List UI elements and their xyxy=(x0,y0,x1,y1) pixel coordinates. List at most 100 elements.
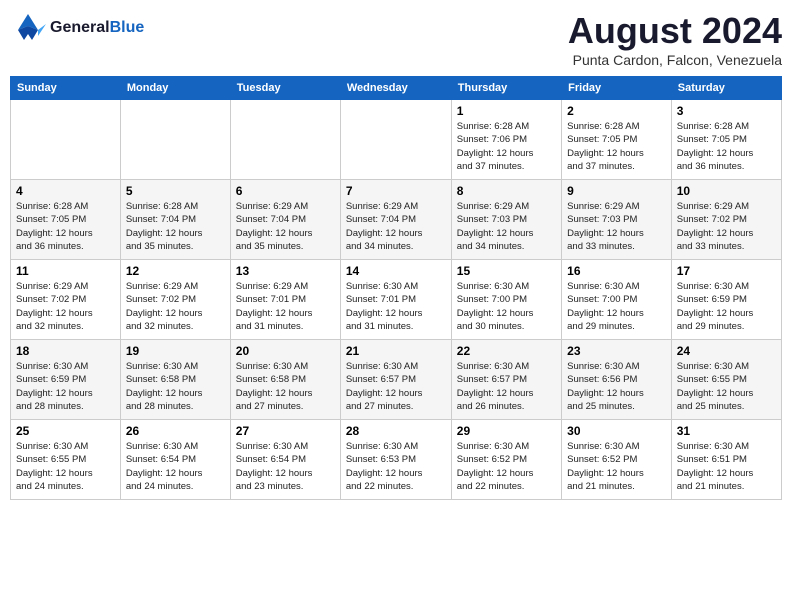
calendar-cell: 24 Sunrise: 6:30 AM Sunset: 6:55 PM Dayli… xyxy=(671,340,781,420)
day-info: Sunrise: 6:30 AM Sunset: 7:00 PM Dayligh… xyxy=(567,280,666,333)
day-info: Sunrise: 6:30 AM Sunset: 7:00 PM Dayligh… xyxy=(457,280,556,333)
day-number: 22 xyxy=(457,344,556,358)
day-number: 9 xyxy=(567,184,666,198)
calendar-cell: 27 Sunrise: 6:30 AM Sunset: 6:54 PM Dayli… xyxy=(230,420,340,500)
calendar-cell: 16 Sunrise: 6:30 AM Sunset: 7:00 PM Dayli… xyxy=(562,260,672,340)
day-number: 7 xyxy=(346,184,446,198)
month-title: August 2024 xyxy=(568,10,782,52)
page-header: GeneralBlue August 2024 Punta Cardon, Fa… xyxy=(10,10,782,68)
calendar-cell: 8 Sunrise: 6:29 AM Sunset: 7:03 PM Daylig… xyxy=(451,180,561,260)
day-number: 8 xyxy=(457,184,556,198)
day-header-monday: Monday xyxy=(120,77,230,100)
day-info: Sunrise: 6:29 AM Sunset: 7:02 PM Dayligh… xyxy=(126,280,225,333)
day-number: 10 xyxy=(677,184,776,198)
day-number: 14 xyxy=(346,264,446,278)
calendar-week-3: 11Sunrise: 6:29 AM Sunset: 7:02 PM Dayli… xyxy=(11,260,782,340)
calendar-cell: 28 Sunrise: 6:30 AM Sunset: 6:53 PM Dayli… xyxy=(340,420,451,500)
day-number: 31 xyxy=(677,424,776,438)
day-info: Sunrise: 6:28 AM Sunset: 7:05 PM Dayligh… xyxy=(16,200,115,253)
day-number: 17 xyxy=(677,264,776,278)
calendar-week-1: 1 Sunrise: 6:28 AM Sunset: 7:06 PM Daylig… xyxy=(11,100,782,180)
calendar-cell: 6Sunrise: 6:29 AM Sunset: 7:04 PM Daylig… xyxy=(230,180,340,260)
calendar-cell: 13 Sunrise: 6:29 AM Sunset: 7:01 PM Dayli… xyxy=(230,260,340,340)
day-number: 13 xyxy=(236,264,335,278)
calendar-cell: 19Sunrise: 6:30 AM Sunset: 6:58 PM Dayli… xyxy=(120,340,230,420)
calendar-header: SundayMondayTuesdayWednesdayThursdayFrid… xyxy=(11,77,782,100)
calendar-cell: 18 Sunrise: 6:30 AM Sunset: 6:59 PM Dayli… xyxy=(11,340,121,420)
day-number: 3 xyxy=(677,104,776,118)
day-info: Sunrise: 6:30 AM Sunset: 6:56 PM Dayligh… xyxy=(567,360,666,413)
day-info: Sunrise: 6:30 AM Sunset: 6:52 PM Dayligh… xyxy=(457,440,556,493)
day-info: Sunrise: 6:30 AM Sunset: 6:54 PM Dayligh… xyxy=(236,440,335,493)
day-info: Sunrise: 6:30 AM Sunset: 7:01 PM Dayligh… xyxy=(346,280,446,333)
day-info: Sunrise: 6:29 AM Sunset: 7:03 PM Dayligh… xyxy=(567,200,666,253)
day-info: Sunrise: 6:30 AM Sunset: 6:53 PM Dayligh… xyxy=(346,440,446,493)
day-info: Sunrise: 6:28 AM Sunset: 7:04 PM Dayligh… xyxy=(126,200,225,253)
calendar-cell: 25 Sunrise: 6:30 AM Sunset: 6:55 PM Dayli… xyxy=(11,420,121,500)
calendar-cell xyxy=(11,100,121,180)
calendar-cell: 10 Sunrise: 6:29 AM Sunset: 7:02 PM Dayli… xyxy=(671,180,781,260)
day-number: 20 xyxy=(236,344,335,358)
day-number: 25 xyxy=(16,424,115,438)
day-header-saturday: Saturday xyxy=(671,77,781,100)
day-number: 27 xyxy=(236,424,335,438)
calendar-cell: 29 Sunrise: 6:30 AM Sunset: 6:52 PM Dayli… xyxy=(451,420,561,500)
calendar-cell: 22 Sunrise: 6:30 AM Sunset: 6:57 PM Dayli… xyxy=(451,340,561,420)
day-number: 2 xyxy=(567,104,666,118)
day-header-friday: Friday xyxy=(562,77,672,100)
day-number: 6 xyxy=(236,184,335,198)
calendar-cell: 12Sunrise: 6:29 AM Sunset: 7:02 PM Dayli… xyxy=(120,260,230,340)
day-number: 26 xyxy=(126,424,225,438)
calendar-cell: 26 Sunrise: 6:30 AM Sunset: 6:54 PM Dayli… xyxy=(120,420,230,500)
logo-icon xyxy=(10,10,46,46)
day-header-thursday: Thursday xyxy=(451,77,561,100)
day-info: Sunrise: 6:30 AM Sunset: 6:59 PM Dayligh… xyxy=(16,360,115,413)
day-number: 16 xyxy=(567,264,666,278)
day-number: 23 xyxy=(567,344,666,358)
calendar-cell: 2 Sunrise: 6:28 AM Sunset: 7:05 PM Daylig… xyxy=(562,100,672,180)
calendar-cell xyxy=(120,100,230,180)
day-number: 15 xyxy=(457,264,556,278)
day-info: Sunrise: 6:30 AM Sunset: 6:51 PM Dayligh… xyxy=(677,440,776,493)
calendar-cell xyxy=(230,100,340,180)
day-info: Sunrise: 6:29 AM Sunset: 7:03 PM Dayligh… xyxy=(457,200,556,253)
calendar-table: SundayMondayTuesdayWednesdayThursdayFrid… xyxy=(10,76,782,500)
day-number: 1 xyxy=(457,104,556,118)
day-number: 5 xyxy=(126,184,225,198)
title-section: August 2024 Punta Cardon, Falcon, Venezu… xyxy=(568,10,782,68)
day-number: 28 xyxy=(346,424,446,438)
day-number: 21 xyxy=(346,344,446,358)
day-info: Sunrise: 6:29 AM Sunset: 7:02 PM Dayligh… xyxy=(16,280,115,333)
day-number: 30 xyxy=(567,424,666,438)
day-number: 24 xyxy=(677,344,776,358)
day-info: Sunrise: 6:30 AM Sunset: 6:58 PM Dayligh… xyxy=(236,360,335,413)
calendar-cell xyxy=(340,100,451,180)
day-header-sunday: Sunday xyxy=(11,77,121,100)
day-info: Sunrise: 6:30 AM Sunset: 6:55 PM Dayligh… xyxy=(16,440,115,493)
day-info: Sunrise: 6:30 AM Sunset: 6:57 PM Dayligh… xyxy=(457,360,556,413)
calendar-cell: 17Sunrise: 6:30 AM Sunset: 6:59 PM Dayli… xyxy=(671,260,781,340)
day-info: Sunrise: 6:30 AM Sunset: 6:52 PM Dayligh… xyxy=(567,440,666,493)
day-number: 18 xyxy=(16,344,115,358)
calendar-cell: 31 Sunrise: 6:30 AM Sunset: 6:51 PM Dayli… xyxy=(671,420,781,500)
calendar-cell: 3 Sunrise: 6:28 AM Sunset: 7:05 PM Daylig… xyxy=(671,100,781,180)
logo: GeneralBlue xyxy=(10,10,144,46)
calendar-week-2: 4Sunrise: 6:28 AM Sunset: 7:05 PM Daylig… xyxy=(11,180,782,260)
day-header-tuesday: Tuesday xyxy=(230,77,340,100)
day-number: 29 xyxy=(457,424,556,438)
day-info: Sunrise: 6:30 AM Sunset: 6:57 PM Dayligh… xyxy=(346,360,446,413)
day-info: Sunrise: 6:29 AM Sunset: 7:01 PM Dayligh… xyxy=(236,280,335,333)
day-info: Sunrise: 6:28 AM Sunset: 7:05 PM Dayligh… xyxy=(567,120,666,173)
day-info: Sunrise: 6:29 AM Sunset: 7:02 PM Dayligh… xyxy=(677,200,776,253)
day-info: Sunrise: 6:30 AM Sunset: 6:58 PM Dayligh… xyxy=(126,360,225,413)
day-info: Sunrise: 6:30 AM Sunset: 6:54 PM Dayligh… xyxy=(126,440,225,493)
calendar-cell: 5 Sunrise: 6:28 AM Sunset: 7:04 PM Daylig… xyxy=(120,180,230,260)
day-info: Sunrise: 6:29 AM Sunset: 7:04 PM Dayligh… xyxy=(346,200,446,253)
day-info: Sunrise: 6:28 AM Sunset: 7:06 PM Dayligh… xyxy=(457,120,556,173)
day-info: Sunrise: 6:30 AM Sunset: 6:55 PM Dayligh… xyxy=(677,360,776,413)
calendar-cell: 21 Sunrise: 6:30 AM Sunset: 6:57 PM Dayli… xyxy=(340,340,451,420)
calendar-cell: 23 Sunrise: 6:30 AM Sunset: 6:56 PM Dayli… xyxy=(562,340,672,420)
calendar-cell: 7 Sunrise: 6:29 AM Sunset: 7:04 PM Daylig… xyxy=(340,180,451,260)
calendar-cell: 9 Sunrise: 6:29 AM Sunset: 7:03 PM Daylig… xyxy=(562,180,672,260)
day-info: Sunrise: 6:28 AM Sunset: 7:05 PM Dayligh… xyxy=(677,120,776,173)
